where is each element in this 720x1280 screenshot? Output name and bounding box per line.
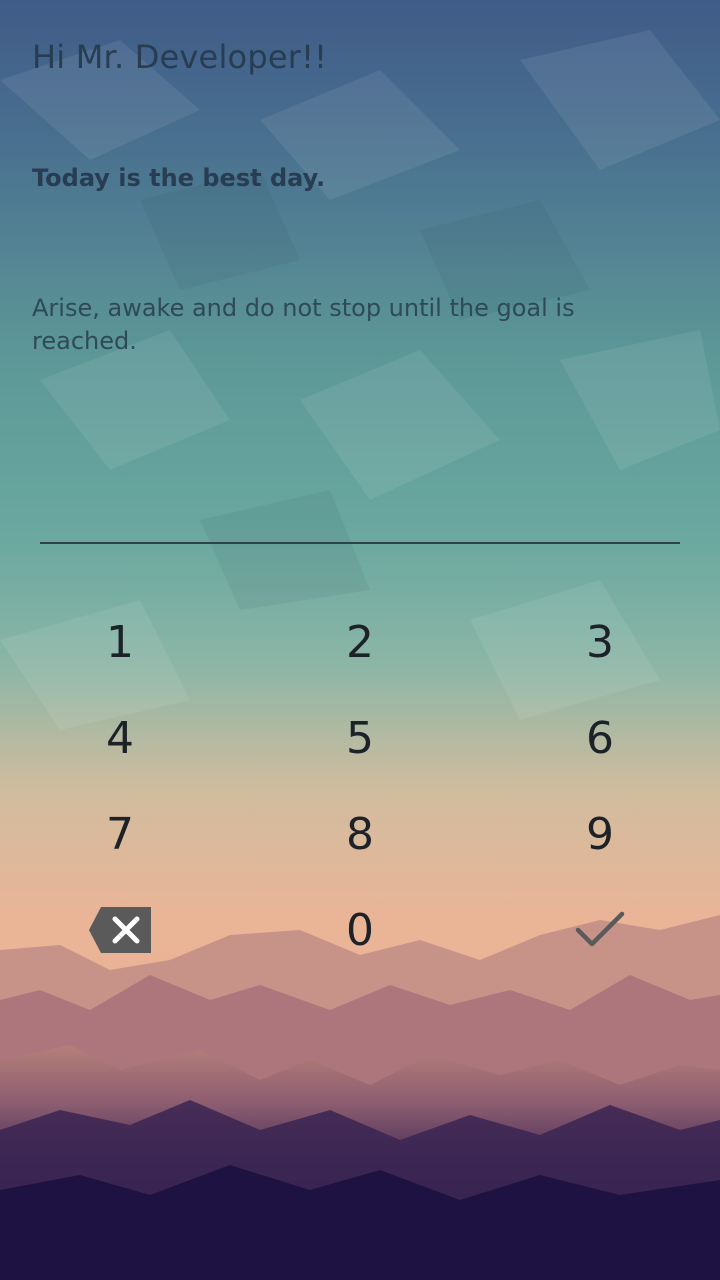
greeting-title: Hi Mr. Developer!! xyxy=(32,38,328,76)
key-1[interactable]: 1 xyxy=(40,594,200,690)
pin-input[interactable] xyxy=(40,500,680,544)
lock-screen: Hi Mr. Developer!! Today is the best day… xyxy=(0,0,720,1280)
check-icon xyxy=(575,910,625,950)
backspace-icon xyxy=(87,905,153,955)
key-2[interactable]: 2 xyxy=(280,594,440,690)
quote-text: Arise, awake and do not stop until the g… xyxy=(32,294,575,355)
key-8[interactable]: 8 xyxy=(280,786,440,882)
key-3[interactable]: 3 xyxy=(520,594,680,690)
key-5[interactable]: 5 xyxy=(280,690,440,786)
key-0[interactable]: 0 xyxy=(280,882,440,978)
subtitle-text: Today is the best day. xyxy=(32,164,326,192)
key-7[interactable]: 7 xyxy=(40,786,200,882)
backspace-button[interactable] xyxy=(40,882,200,978)
confirm-button[interactable] xyxy=(520,882,680,978)
key-9[interactable]: 9 xyxy=(520,786,680,882)
key-4[interactable]: 4 xyxy=(40,690,200,786)
key-6[interactable]: 6 xyxy=(520,690,680,786)
